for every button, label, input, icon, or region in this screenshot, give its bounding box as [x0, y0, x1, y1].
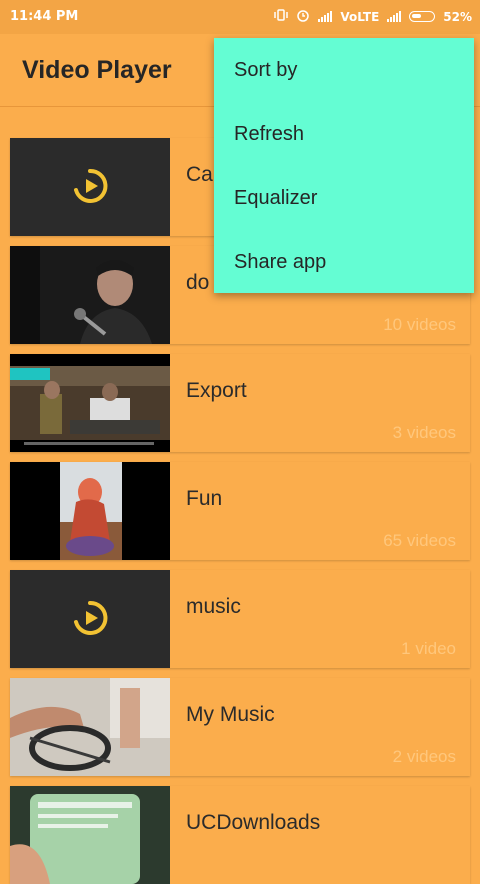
menu-item-equalizer[interactable]: Equalizer: [214, 166, 474, 230]
status-icons: VoLTE 52%: [274, 8, 472, 25]
menu-item-refresh[interactable]: Refresh: [214, 102, 474, 166]
folder-count: 10 videos: [383, 315, 456, 334]
folder-thumbnail: [10, 570, 170, 668]
folder-item[interactable]: My Music 2 videos: [10, 678, 470, 776]
phone-thumbnail-image: [10, 786, 170, 884]
folder-thumbnail: [10, 246, 170, 344]
alarm-icon: [296, 8, 310, 25]
folder-name: music: [186, 595, 241, 618]
folder-count: 2 videos: [392, 747, 456, 766]
menu-item-share-app[interactable]: Share app: [214, 230, 474, 294]
folder-thumbnail: [10, 138, 170, 236]
video-play-icon: [74, 600, 108, 635]
overflow-menu: Sort by Refresh Equalizer Share app: [214, 38, 474, 293]
hands-thumbnail-image: [10, 678, 170, 776]
folder-name: UCDownloads: [186, 811, 321, 834]
menu-item-sort-by[interactable]: Sort by: [214, 38, 474, 102]
folder-name: Fun: [186, 487, 223, 510]
network-label: VoLTE: [340, 9, 380, 24]
folder-count: 3 videos: [392, 423, 456, 442]
folder-count: 65 videos: [383, 531, 456, 550]
folder-item[interactable]: Export 3 videos: [10, 354, 470, 452]
doll-thumbnail-image: [10, 462, 170, 560]
folder-name: Ca: [186, 163, 213, 186]
folder-item[interactable]: music 1 video: [10, 570, 470, 668]
status-time: 11:44 PM: [10, 9, 79, 24]
folder-item[interactable]: Fun 65 videos: [10, 462, 470, 560]
battery-level: 52%: [443, 9, 472, 24]
app-title: Video Player: [22, 56, 172, 84]
video-play-icon: [74, 168, 108, 203]
folder-thumbnail: [10, 786, 170, 884]
singer-thumbnail-image: [10, 246, 170, 344]
status-bar: 11:44 PM VoLTE 52%: [0, 0, 480, 34]
folder-item[interactable]: UCDownloads: [10, 786, 470, 884]
folder-name: do: [186, 271, 210, 294]
folder-thumbnail: [10, 462, 170, 560]
vibrate-icon: [274, 8, 289, 25]
folder-name: Export: [186, 379, 247, 402]
signal-icon-2: [387, 11, 402, 22]
folder-thumbnail: [10, 678, 170, 776]
folder-name: My Music: [186, 703, 275, 726]
folder-thumbnail: [10, 354, 170, 452]
signal-icon: [318, 11, 333, 22]
room-scene-thumbnail-image: [10, 354, 170, 452]
folder-count: 1 video: [401, 639, 456, 658]
battery-icon: [409, 11, 436, 22]
